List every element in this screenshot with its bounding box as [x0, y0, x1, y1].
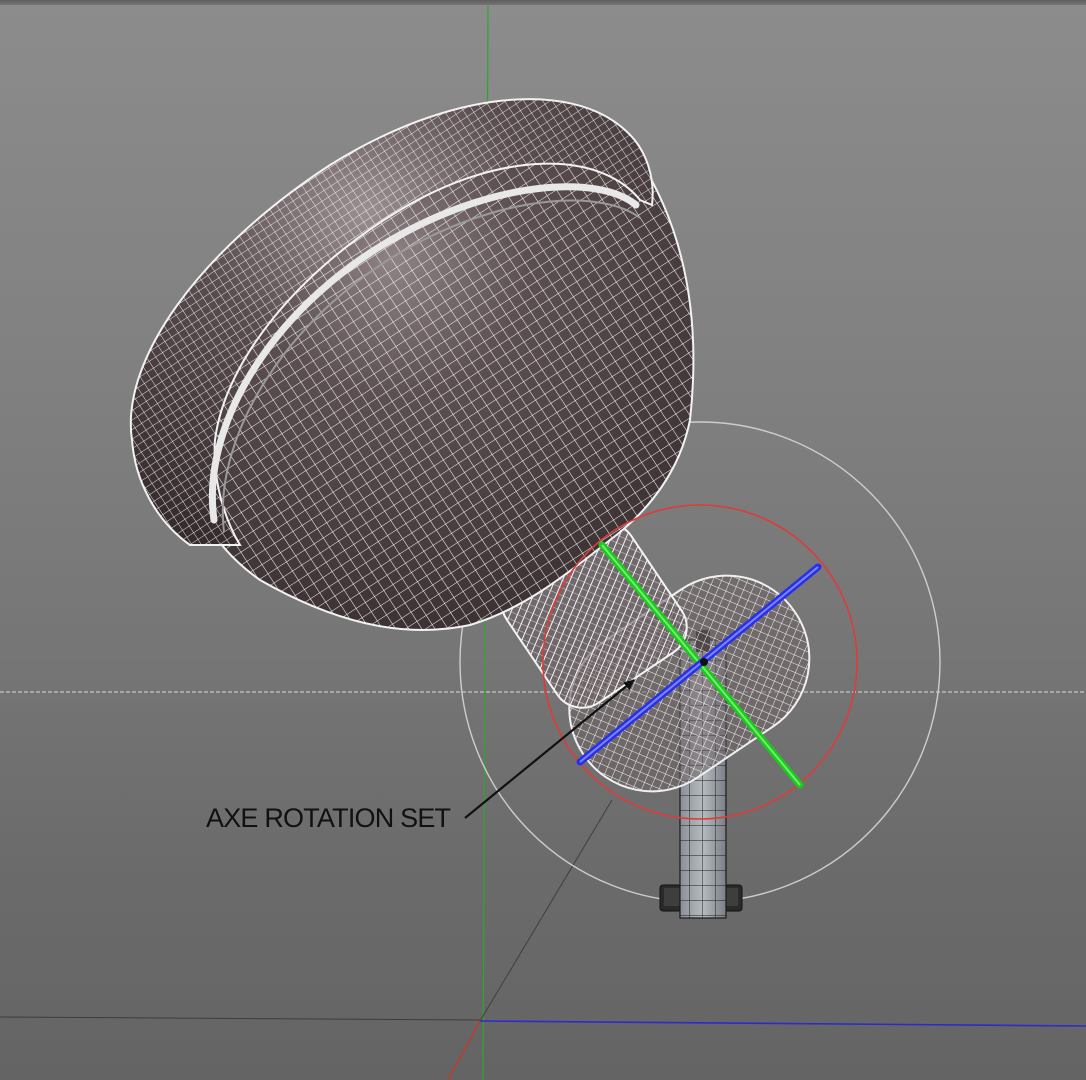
scene-canvas[interactable]	[0, 0, 1086, 1080]
axis-z	[479, 1020, 1086, 1027]
gizmo-pivot	[700, 658, 708, 666]
perspective-guide	[479, 799, 613, 1022]
grid-line-ground	[0, 1016, 481, 1021]
annotation-label: AXE ROTATION SET	[206, 803, 451, 833]
axis-x	[447, 1020, 481, 1080]
3d-viewport[interactable]: AXE ROTATION SET	[0, 0, 1086, 1080]
lamp-model	[129, 98, 811, 793]
